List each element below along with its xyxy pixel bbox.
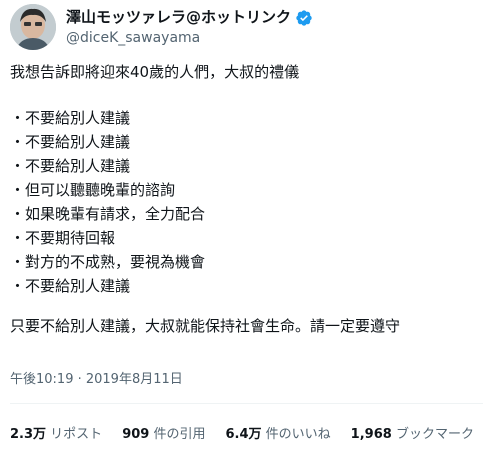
quotes-count: 909	[122, 427, 150, 442]
tweet-bullet: ・對方的不成熟，要視為機會	[10, 253, 206, 271]
avatar-image	[10, 4, 56, 50]
retweets-label: リポスト	[50, 427, 103, 442]
tweet-bullet: ・不要給別人建議	[10, 109, 131, 127]
bookmarks-label: ブックマーク	[395, 427, 474, 442]
likes-stat[interactable]: 6.4万 件のいいね	[225, 423, 330, 442]
quotes-stat[interactable]: 909 件の引用	[122, 423, 205, 442]
divider	[10, 403, 483, 404]
user-handle[interactable]: @diceK_sawayama	[66, 29, 313, 47]
tweet-line-closing: 只要不給別人建議，大叔就能保持社會生命。請一定要遵守	[10, 317, 401, 335]
bookmarks-count: 1,968	[350, 427, 392, 442]
tweet-line-intro: 我想告訴即將迎來40歲的人們，大叔的禮儀	[10, 63, 300, 81]
likes-label: 件のいいね	[265, 427, 331, 442]
tweet-bullet: ・不要期待回報	[10, 229, 116, 247]
bookmarks-stat[interactable]: 1,968 ブックマーク	[351, 423, 474, 442]
tweet-bullet: ・不要給別人建議	[10, 157, 131, 175]
tweet-text: 我想告訴即將迎來40歲的人們，大叔的禮儀 ・不要給別人建議 ・不要給別人建議 ・…	[10, 60, 480, 338]
retweets-stat[interactable]: 2.3万 リポスト	[10, 423, 102, 442]
verified-badge-icon	[296, 9, 312, 26]
likes-count: 6.4万	[225, 427, 262, 442]
tweet-bullet: ・不要給別人建議	[10, 133, 131, 151]
engagement-stats: 2.3万 リポスト 909 件の引用 6.4万 件のいいね 1,968 ブックマ…	[10, 423, 490, 442]
tweet-bullet: ・不要給別人建議	[10, 277, 131, 295]
retweets-count: 2.3万	[10, 427, 47, 442]
avatar[interactable]	[10, 4, 56, 50]
quotes-label: 件の引用	[153, 427, 206, 442]
tweet-header: 澤山モッツァレラ@ホットリンク @diceK_sawayama	[10, 4, 480, 52]
tweet-bullet: ・但可以聽聽晚輩的諮詢	[10, 181, 176, 199]
display-name[interactable]: 澤山モッツァレラ@ホットリンク	[66, 8, 291, 27]
tweet-timestamp[interactable]: 午後10:19 · 2019年8月11日	[10, 368, 183, 387]
tweet-bullet: ・如果晚輩有請求，全力配合	[10, 205, 206, 223]
